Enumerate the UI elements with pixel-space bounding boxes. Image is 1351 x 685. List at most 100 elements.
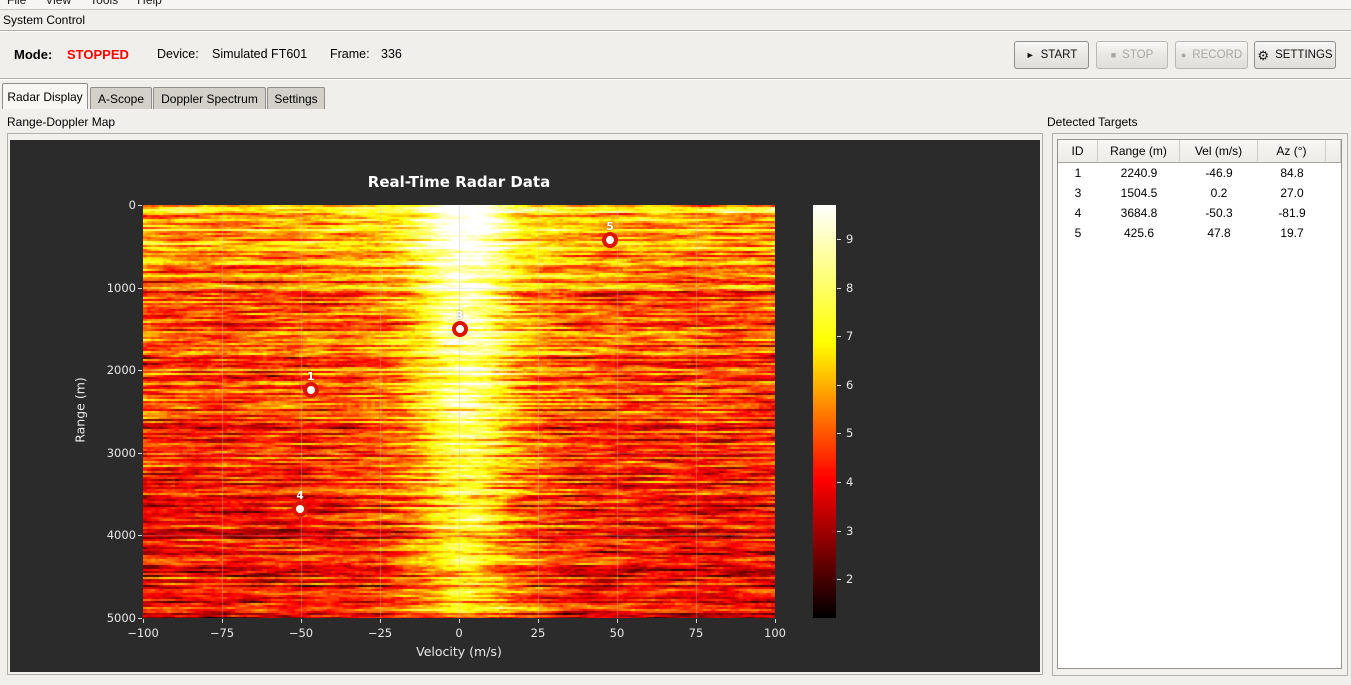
settings-button-label: SETTINGS — [1275, 49, 1333, 61]
table-row[interactable]: 5 425.6 47.8 19.7 — [1058, 223, 1341, 243]
start-button-label: START — [1040, 49, 1078, 61]
y-tick-mark — [138, 370, 142, 372]
target-marker-1 — [302, 382, 319, 399]
colorbar-tick-label: 7 — [846, 329, 854, 344]
system-control-group-title: System Control — [3, 13, 86, 27]
y-tick-mark — [138, 535, 142, 537]
colorbar-tick-label: 8 — [846, 280, 854, 295]
record-button-label: RECORD — [1192, 49, 1243, 61]
y-tick-mark — [138, 287, 142, 289]
tab-settings[interactable]: Settings — [267, 87, 325, 109]
table-cell: 84.8 — [1280, 166, 1304, 180]
range-doppler-plot: Real-Time Radar Data Velocity (m/s) Rang… — [10, 140, 1040, 672]
column-header-id[interactable]: ID — [1058, 140, 1098, 163]
table-cell: 2240.9 — [1120, 166, 1158, 180]
table-cell: 3684.8 — [1120, 206, 1158, 220]
x-tick-label: −50 — [288, 626, 314, 640]
menu-item-tools[interactable]: Tools — [90, 0, 118, 7]
target-marker-label-5: 5 — [606, 221, 614, 234]
table-cell: 1 — [1074, 166, 1082, 180]
radar-application-window: File View Tools Help System Control Mode: S… — [0, 0, 1351, 685]
target-marker-4 — [292, 501, 309, 518]
x-tick-label: 0 — [455, 626, 463, 640]
tab-a-scope[interactable]: A-Scope — [90, 87, 152, 109]
x-tick-label: 75 — [688, 626, 704, 640]
column-header-az-[interactable]: Az (°) — [1258, 140, 1326, 163]
target-marker-label-4: 4 — [296, 490, 304, 503]
table-cell: 0.2 — [1210, 186, 1228, 200]
stop-button[interactable]: ■ STOP — [1096, 41, 1168, 69]
x-tick-label: 25 — [530, 626, 546, 640]
column-header-vel-m-s-[interactable]: Vel (m/s) — [1180, 140, 1258, 163]
x-tick-mark — [143, 619, 144, 623]
colorbar-tick-label: 6 — [846, 377, 854, 392]
colorbar-tick-mark — [837, 530, 841, 532]
tab-bar: Radar Display A-Scope Doppler Spectrum Sett… — [2, 83, 1351, 109]
x-tick-mark — [301, 619, 302, 623]
table-cell: 19.7 — [1280, 226, 1304, 240]
record-button[interactable]: ● RECORD — [1175, 41, 1248, 69]
y-tick-label: 2000 — [106, 363, 136, 378]
menu-bar: File View Tools Help — [0, 0, 1351, 10]
colorbar-tick-label: 4 — [846, 474, 854, 489]
table-cell: 5 — [1074, 226, 1082, 240]
y-tick-label: 5000 — [106, 611, 136, 625]
x-axis-label: Velocity (m/s) — [416, 644, 502, 659]
table-cell: 425.6 — [1123, 226, 1155, 240]
x-tick-mark — [380, 619, 381, 623]
table-row[interactable]: 3 1504.5 0.2 27.0 — [1058, 183, 1341, 203]
y-axis-label: Range (m) — [72, 377, 88, 443]
range-doppler-map-group-title: Range-Doppler Map — [7, 115, 116, 129]
stop-button-label: STOP — [1122, 49, 1154, 61]
colorbar-tick-mark — [837, 433, 841, 435]
x-tick-label: 50 — [609, 626, 625, 640]
y-tick-label: 1000 — [106, 280, 136, 295]
column-header-range-m-[interactable]: Range (m) — [1098, 140, 1180, 163]
table-cell: -81.9 — [1278, 206, 1306, 220]
table-row[interactable]: 4 3684.8 -50.3 -81.9 — [1058, 203, 1341, 223]
target-marker-5 — [602, 232, 619, 249]
start-button[interactable]: ► START — [1014, 41, 1089, 69]
table-cell: 4 — [1074, 206, 1082, 220]
colorbar-tick-label: 3 — [846, 523, 854, 538]
tab-radar-display[interactable]: Radar Display — [2, 83, 88, 109]
table-cell: 3 — [1074, 186, 1082, 200]
y-tick-label: 0 — [128, 198, 136, 212]
colorbar-tick-label: 2 — [846, 572, 854, 587]
x-tick-mark — [222, 619, 223, 623]
y-tick-mark — [138, 618, 142, 619]
x-tick-mark — [459, 619, 460, 623]
play-icon: ► — [1025, 49, 1035, 60]
colorbar-tick-mark — [837, 287, 841, 289]
menu-item-file[interactable]: File — [7, 0, 26, 7]
table-body: 1 2240.9 -46.9 84.8 3 1504.5 0.2 27.0 4 3684.8 -50… — [1058, 163, 1341, 243]
x-tick-label: −75 — [209, 626, 235, 640]
tab-doppler-spectrum[interactable]: Doppler Spectrum — [153, 87, 266, 109]
mode-label: Mode: — [14, 47, 53, 62]
table-row[interactable]: 1 2240.9 -46.9 84.8 — [1058, 163, 1341, 183]
frame-label: Frame: — [330, 47, 370, 61]
range-doppler-heatmap — [143, 205, 775, 618]
x-tick-mark — [696, 619, 697, 623]
colorbar-tick-label: 5 — [846, 426, 854, 441]
plot-title: Real-Time Radar Data — [367, 173, 551, 191]
x-tick-mark — [538, 619, 539, 623]
stop-icon: ■ — [1110, 49, 1117, 60]
menu-item-help[interactable]: Help — [137, 0, 162, 7]
colorbar-tick-mark — [837, 336, 841, 338]
table-cell: 47.8 — [1207, 226, 1231, 240]
frame-counter-value: 336 — [381, 47, 402, 61]
target-marker-3 — [451, 321, 468, 338]
table-cell: 1504.5 — [1120, 186, 1158, 200]
x-tick-label: −25 — [367, 626, 393, 640]
colorbar-tick-mark — [837, 384, 841, 386]
table-cell: 27.0 — [1280, 186, 1304, 200]
device-value: Simulated FT601 — [212, 47, 308, 61]
colorbar — [813, 205, 836, 618]
menu-item-view[interactable]: View — [45, 0, 71, 7]
y-tick-label: 4000 — [106, 528, 136, 543]
colorbar-tick-label: 9 — [846, 232, 854, 246]
colorbar-tick-mark — [837, 579, 841, 581]
colorbar-tick-mark — [837, 239, 841, 240]
settings-button[interactable]: ⚙ SETTINGS — [1254, 41, 1336, 69]
